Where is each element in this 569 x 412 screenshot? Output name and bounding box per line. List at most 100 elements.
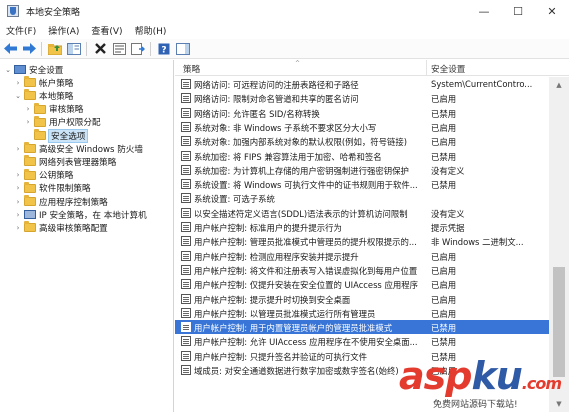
table-row[interactable]: 系统加密: 将 FIPS 兼容算法用于加密、哈希和签名 已禁用 — [175, 149, 549, 163]
table-row[interactable]: 用户帐户控制: 提示提升时切换到安全桌面 已启用 — [175, 292, 549, 306]
back-button[interactable] — [1, 40, 19, 58]
scroll-up-arrow-icon[interactable]: ▲ — [549, 77, 569, 93]
export-list-button[interactable] — [129, 40, 147, 58]
tree-item[interactable]: › 公钥策略 — [14, 168, 73, 182]
show-action-pane-button[interactable] — [174, 40, 192, 58]
table-row[interactable]: 系统对象: 加强内部系统对象的默认权限(例如，符号链接) 已启用 — [175, 134, 549, 148]
close-button[interactable]: ✕ — [535, 0, 569, 22]
policy-name: 系统设置: 可选子系统 — [194, 194, 275, 205]
svg-text:?: ? — [161, 45, 166, 55]
table-row[interactable]: 系统设置: 可选子系统 — [175, 191, 549, 205]
delete-button[interactable] — [91, 40, 109, 58]
menu-file[interactable]: 文件(F) — [0, 24, 42, 37]
menu-view[interactable]: 查看(V) — [85, 24, 128, 37]
policy-name: 系统对象: 加强内部系统对象的默认权限(例如，符号链接) — [194, 137, 408, 148]
policy-name: 系统对象: 非 Windows 子系统不要求区分大小写 — [194, 122, 377, 133]
policy-setting: 已禁用 — [431, 180, 457, 191]
watermark-logo: aspku.com — [399, 354, 562, 398]
tree-item[interactable]: › 帐户策略 — [14, 76, 73, 89]
back-arrow-icon — [3, 43, 17, 54]
tree-item[interactable]: › IP 安全策略，在 本地计算机 — [14, 208, 147, 221]
tree-item[interactable]: › 高级审核策略配置 — [14, 221, 108, 234]
policy-icon — [181, 264, 191, 275]
policy-setting: 已启用 — [431, 280, 457, 291]
policy-icon — [181, 336, 191, 347]
menu-help[interactable]: 帮助(H) — [129, 24, 173, 37]
policy-name: 用户帐户控制: 只提升签名并验证的可执行文件 — [194, 351, 367, 362]
policy-setting: 已禁用 — [431, 108, 457, 119]
tree-item[interactable]: 安全选项 — [24, 128, 89, 143]
tree-item[interactable]: ⌄ 安全设置 — [4, 63, 63, 76]
tree-item-label: 网络列表管理器策略 — [39, 157, 117, 168]
table-row[interactable]: 用户帐户控制: 用于内置管理员帐户的管理员批准模式 已禁用 — [175, 320, 549, 335]
policy-name: 用户帐户控制: 以管理员批准模式运行所有管理员 — [194, 308, 376, 319]
maximize-button[interactable]: ☐ — [501, 0, 535, 22]
policy-setting: 已禁用 — [431, 151, 457, 162]
tree-item-label: 安全设置 — [29, 65, 64, 76]
table-row[interactable]: 网络访问: 可远程访问的注册表路径和子路径 System\CurrentContr… — [175, 77, 549, 91]
table-row[interactable]: 用户帐户控制: 检测应用程序安装并提示提升 已启用 — [175, 249, 549, 263]
table-row[interactable]: 用户帐户控制: 以管理员批准模式运行所有管理员 已启用 — [175, 306, 549, 320]
column-header-setting[interactable]: 安全设置 — [431, 63, 465, 75]
table-row[interactable]: 用户帐户控制: 标准用户的提升提示行为 提示凭据 — [175, 220, 549, 234]
tree-item-label: 高级安全 Windows 防火墙 — [39, 144, 143, 155]
sort-indicator-icon: ^ — [295, 60, 301, 67]
tree-item-label: 本地策略 — [39, 91, 74, 102]
forward-button[interactable] — [20, 40, 38, 58]
expanded-chevron-icon[interactable]: ⌄ — [14, 92, 22, 100]
table-row[interactable]: 系统加密: 为计算机上存储的用户密钥强制进行强密钥保护 没有定义 — [175, 163, 549, 177]
tree-item[interactable]: ⌄ 本地策略 — [14, 89, 73, 102]
policy-setting: 已启用 — [431, 308, 457, 319]
collapsed-chevron-icon[interactable]: › — [14, 145, 22, 153]
show-hide-tree-button[interactable] — [65, 40, 83, 58]
up-one-level-button[interactable] — [46, 40, 64, 58]
collapsed-chevron-icon[interactable]: › — [14, 171, 22, 179]
table-row[interactable]: 系统对象: 非 Windows 子系统不要求区分大小写 已启用 — [175, 120, 549, 134]
table-row[interactable]: 用户帐户控制: 管理员批准模式中管理员的提升权限提示的... 非 Windows … — [175, 234, 549, 248]
policy-name: 用户帐户控制: 标准用户的提升提示行为 — [194, 223, 342, 233]
policy-icon — [181, 121, 191, 132]
table-row[interactable]: 用户帐户控制: 允许 UIAccess 应用程序在不使用安全桌面... 已禁用 — [175, 334, 549, 348]
tree-item[interactable]: › 审核策略 — [24, 102, 83, 116]
policy-icon — [181, 279, 191, 290]
help-button[interactable]: ? — [155, 40, 173, 58]
collapsed-chevron-icon[interactable]: › — [24, 105, 32, 113]
collapsed-chevron-icon[interactable]: › — [14, 211, 22, 219]
policy-name: 网络访问: 限制对命名管道和共享的匿名访问 — [194, 94, 359, 105]
table-row[interactable]: 用户帐户控制: 将文件和注册表写入错误虚拟化到每用户位置 已启用 — [175, 263, 549, 277]
tree-item[interactable]: › 用户权限分配 — [24, 115, 101, 129]
policy-setting: 已启用 — [431, 294, 457, 305]
toolbar-separator — [86, 41, 87, 56]
column-header-policy[interactable]: 策略 — [183, 63, 200, 75]
policy-icon — [181, 207, 191, 218]
help-icon: ? — [158, 43, 170, 55]
properties-icon — [112, 42, 126, 55]
column-divider[interactable] — [426, 60, 427, 76]
collapsed-chevron-icon[interactable]: › — [14, 79, 22, 87]
table-row[interactable]: 以安全描述符定义语言(SDDL)语法表示的计算机访问限制 没有定义 — [175, 206, 549, 220]
up-folder-icon — [48, 43, 62, 55]
collapsed-chevron-icon[interactable]: › — [14, 184, 22, 192]
collapsed-chevron-icon[interactable]: › — [14, 198, 22, 206]
expanded-chevron-icon[interactable]: ⌄ — [4, 66, 12, 74]
table-row[interactable]: 网络访问: 允许匿名 SID/名称转换 已禁用 — [175, 106, 549, 120]
toolbar-separator — [150, 41, 151, 56]
collapsed-chevron-icon[interactable]: › — [24, 118, 32, 126]
menu-action[interactable]: 操作(A) — [42, 24, 85, 37]
collapsed-chevron-icon[interactable]: › — [14, 224, 22, 232]
minimize-button[interactable]: — — [467, 0, 501, 22]
table-row[interactable]: 系统设置: 将 Windows 可执行文件中的证书规则用于软件... 已禁用 — [175, 177, 549, 191]
tree-item[interactable]: › 软件限制策略 — [14, 181, 91, 195]
tree-item[interactable]: 网络列表管理器策略 — [14, 155, 116, 168]
tree-item[interactable]: › 应用程序控制策略 — [14, 195, 108, 208]
table-row[interactable]: 网络访问: 限制对命名管道和共享的匿名访问 已启用 — [175, 91, 549, 105]
policy-setting: 提示凭据 — [431, 223, 465, 233]
tree-item[interactable]: › 高级安全 Windows 防火墙 — [14, 142, 143, 155]
policy-name: 系统设置: 将 Windows 可执行文件中的证书规则用于软件... — [194, 180, 418, 191]
policy-icon — [181, 365, 191, 375]
policy-setting: System\CurrentContro... — [431, 79, 533, 89]
folder-icon — [24, 195, 36, 206]
properties-button[interactable] — [110, 40, 128, 58]
policy-name: 用户帐户控制: 检测应用程序安装并提示提升 — [194, 251, 359, 262]
table-row[interactable]: 用户帐户控制: 仅提升安装在安全位置的 UIAccess 应用程序 已启用 — [175, 277, 549, 291]
